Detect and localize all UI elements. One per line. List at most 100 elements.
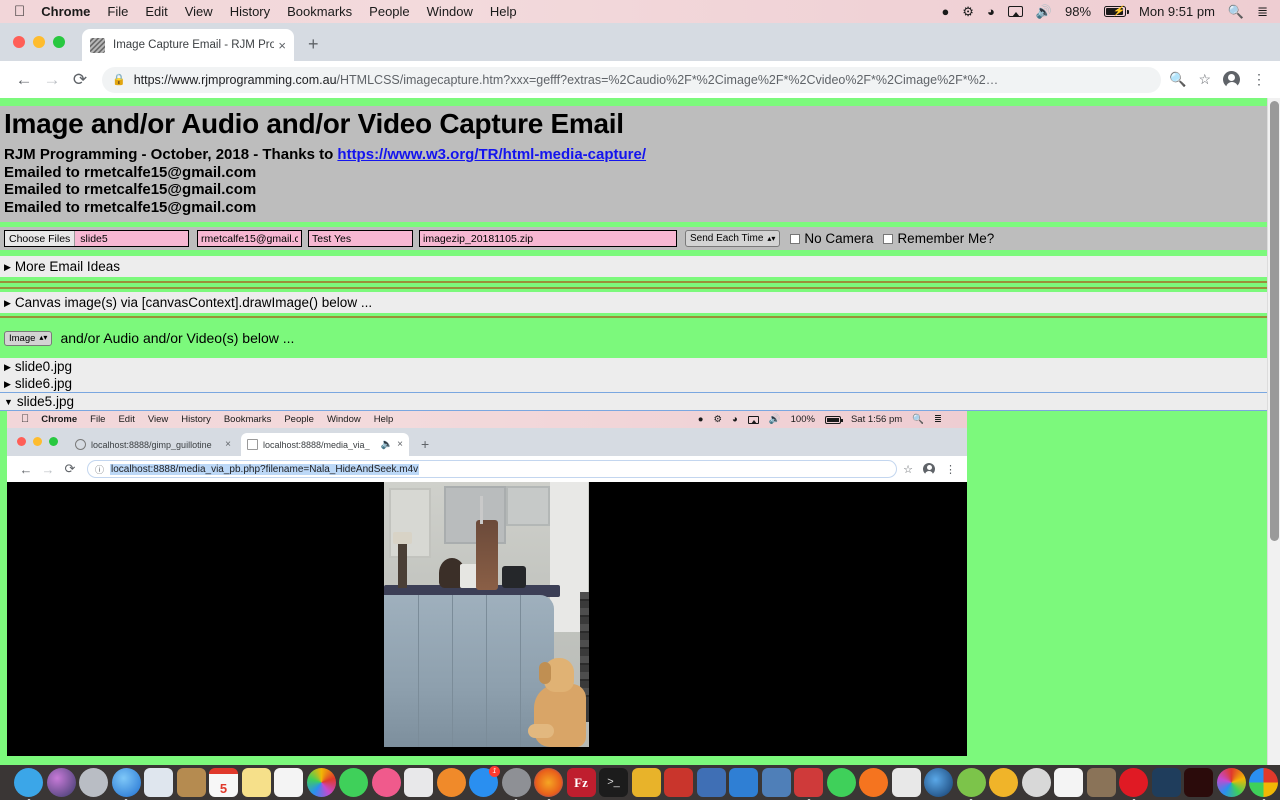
dock-icon-android-studio-1[interactable] xyxy=(956,768,986,800)
dock-icon-filezilla[interactable]: Fz xyxy=(566,768,596,797)
dock-icon-vlc-media[interactable] xyxy=(794,768,823,800)
dock-icon-image-viewer[interactable] xyxy=(761,768,791,797)
dock-icon-terminal[interactable]: >_ xyxy=(599,768,628,797)
dock-icon-inkscape-a[interactable] xyxy=(664,768,693,797)
dock-icon-calendar[interactable]: 5 xyxy=(209,768,238,797)
media-type-select[interactable]: Image ▴▾ xyxy=(4,330,53,346)
slide-item-slide5[interactable]: ▼ slide5.jpg xyxy=(0,392,1268,411)
disclosure-triangle-icon[interactable]: ▼ xyxy=(4,397,13,407)
dock-icon-vs-code[interactable] xyxy=(1151,768,1181,797)
dock-icon-notes[interactable] xyxy=(241,768,271,797)
menu-view[interactable]: View xyxy=(185,4,213,19)
bug-icon[interactable]: ⚙ xyxy=(962,5,974,18)
dock-icon-textedit[interactable] xyxy=(1054,768,1083,797)
apple-icon[interactable]:  xyxy=(14,4,25,19)
page-scrollbar[interactable] xyxy=(1267,98,1280,800)
dock-icon-firefox[interactable] xyxy=(534,768,563,800)
lock-icon: 🔒 xyxy=(112,74,126,86)
email-field[interactable] xyxy=(197,230,302,247)
dock-icon-safari[interactable] xyxy=(111,768,141,800)
checkbox-box[interactable] xyxy=(790,233,801,244)
dock-icon-blue-app[interactable] xyxy=(729,768,758,797)
dock-icon-mail[interactable] xyxy=(144,768,173,797)
menubar-clock[interactable]: Mon 9:51 pm xyxy=(1139,4,1215,19)
zip-name-field[interactable] xyxy=(419,230,677,247)
dock-icon-preview[interactable] xyxy=(404,768,433,797)
menu-edit[interactable]: Edit xyxy=(145,4,167,19)
dock-icon-messages[interactable] xyxy=(339,768,368,797)
details-canvas-images[interactable]: ▶ Canvas image(s) via [canvasContext].dra… xyxy=(0,292,1268,313)
browser-tab[interactable]: Image Capture Email - RJM Pro × xyxy=(82,29,294,61)
dock-icon-avast[interactable] xyxy=(859,768,888,797)
wifi-icon[interactable]: ◕ xyxy=(987,5,995,18)
menu-help[interactable]: Help xyxy=(490,4,517,19)
bookmark-star-icon[interactable]: ☆ xyxy=(1198,71,1211,88)
dock-icon-acrobat[interactable] xyxy=(1184,768,1213,797)
file-input[interactable]: Choose Files slide5 xyxy=(4,230,189,247)
search-icon[interactable]: 🔍 xyxy=(1228,5,1244,18)
dock-icon-app-store[interactable]: 1 xyxy=(469,766,500,797)
capture-form: Choose Files slide5 Send Each Time▴▾ No … xyxy=(0,227,1268,250)
dock-icon-chrome[interactable] xyxy=(1249,768,1278,800)
window-controls[interactable] xyxy=(13,36,65,48)
dock-icon-color-app[interactable] xyxy=(1216,768,1246,797)
back-icon[interactable]: ← xyxy=(10,70,38,90)
scrollbar-thumb[interactable] xyxy=(1270,101,1279,541)
menu-people[interactable]: People xyxy=(369,4,409,19)
dock-icon-ibooks[interactable] xyxy=(436,768,466,797)
minimize-window-button[interactable] xyxy=(33,36,45,48)
menu-app-name[interactable]: Chrome xyxy=(41,4,90,19)
record-icon[interactable]: ● xyxy=(941,5,949,18)
dock-icon-opera[interactable] xyxy=(1119,768,1148,800)
chrome-menu-icon[interactable]: ⋮ xyxy=(1252,71,1266,88)
disclosure-triangle-icon[interactable]: ▶ xyxy=(4,298,11,309)
dock-icon-launchpad[interactable] xyxy=(79,768,108,797)
menu-bookmarks[interactable]: Bookmarks xyxy=(287,4,352,19)
details-more-email-ideas[interactable]: ▶ More Email Ideas xyxy=(0,256,1268,277)
dock-icon-paint-brush[interactable] xyxy=(696,768,726,797)
search-zoom-icon[interactable]: 🔍 xyxy=(1169,71,1186,88)
airplay-icon[interactable] xyxy=(1007,6,1023,17)
control-center-icon[interactable]: ≣ xyxy=(1257,5,1268,18)
dock-icon-android-studio-2[interactable] xyxy=(989,768,1018,797)
profile-avatar-icon[interactable] xyxy=(1223,71,1240,90)
dock-icon-skitch[interactable] xyxy=(1021,768,1051,797)
disclosure-triangle-icon[interactable]: ▶ xyxy=(4,262,11,273)
no-camera-checkbox[interactable]: No Camera xyxy=(790,231,873,246)
dock-icon-xquartz[interactable] xyxy=(891,768,921,797)
subject-field[interactable] xyxy=(308,230,413,247)
html-media-capture-link[interactable]: https://www.w3.org/TR/html-media-capture… xyxy=(337,146,646,163)
choose-files-button[interactable]: Choose Files xyxy=(5,231,76,246)
address-bar[interactable]: 🔒 https://www.rjmprogramming.com.au/HTML… xyxy=(102,66,1161,93)
menu-window[interactable]: Window xyxy=(427,4,473,19)
dock-icon-contacts[interactable] xyxy=(176,768,206,797)
dock-icon-gimp[interactable] xyxy=(1086,768,1116,797)
slide-item-slide0[interactable]: ▶ slide0.jpg xyxy=(0,358,1268,375)
dock-icon-photos[interactable] xyxy=(306,768,336,797)
dock-icon-itunes[interactable] xyxy=(371,768,401,797)
disclosure-triangle-icon[interactable]: ▶ xyxy=(4,379,11,390)
maximize-window-button[interactable] xyxy=(53,36,65,48)
slide-item-slide6[interactable]: ▶ slide6.jpg xyxy=(0,375,1268,392)
close-window-button[interactable] xyxy=(13,36,25,48)
dock-icon-system-preferences[interactable] xyxy=(501,768,531,800)
remember-me-checkbox[interactable]: Remember Me? xyxy=(883,231,994,246)
dock-icon-wolfram[interactable] xyxy=(631,768,661,797)
menu-history[interactable]: History xyxy=(230,4,270,19)
dock-icon-siri[interactable] xyxy=(46,768,76,797)
send-mode-select[interactable]: Send Each Time ▴▾ xyxy=(685,230,781,247)
volume-icon[interactable]: 🔊 xyxy=(1036,5,1052,18)
checkbox-box[interactable] xyxy=(883,233,894,244)
disclosure-triangle-icon[interactable]: ▶ xyxy=(4,362,11,373)
dock-icon-reminders[interactable] xyxy=(274,768,303,797)
menu-file[interactable]: File xyxy=(107,4,128,19)
record-icon: ● xyxy=(697,414,704,425)
dock-icon-quicktime[interactable] xyxy=(924,768,953,797)
close-tab-icon[interactable]: × xyxy=(278,38,286,53)
dock-icon-facetime[interactable] xyxy=(826,768,856,797)
battery-charging-icon[interactable]: ⚡ xyxy=(1104,6,1130,17)
dock-icon-finder[interactable] xyxy=(14,768,43,800)
new-tab-button[interactable]: + xyxy=(308,34,319,55)
forward-icon[interactable]: → xyxy=(38,70,66,90)
reload-icon[interactable]: ⟳ xyxy=(66,70,94,90)
